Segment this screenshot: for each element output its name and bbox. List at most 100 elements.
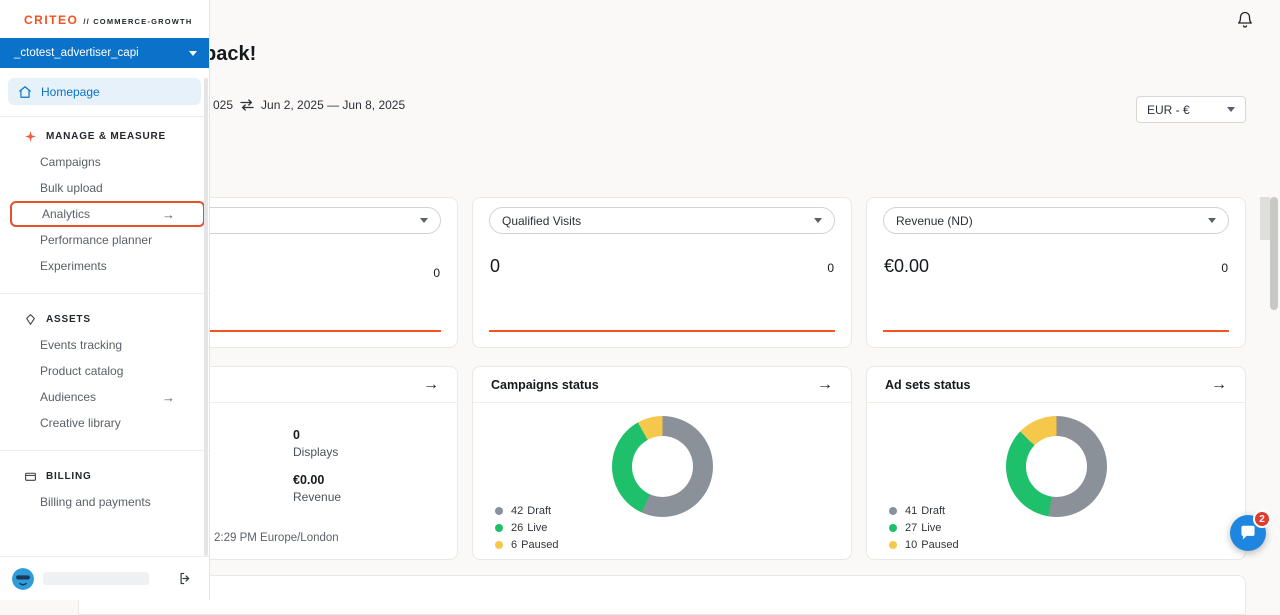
metric-card-revenue: Revenue (ND) €0.00 0 — [866, 197, 1246, 348]
live-stat-displays: 0 Displays — [293, 429, 341, 458]
legend-label: Live — [527, 522, 547, 534]
arrow-right-icon[interactable]: → — [1211, 377, 1227, 393]
legend-count: 26 — [511, 522, 523, 534]
legend-dot-live — [889, 524, 897, 532]
panel-title: Ad sets status — [885, 378, 970, 392]
legend-count: 27 — [905, 522, 917, 534]
arrow-right-icon: → — [162, 208, 175, 221]
chevron-down-icon — [1227, 107, 1235, 112]
sidebar-item-label: Billing and payments — [40, 495, 151, 509]
logout-icon[interactable] — [177, 571, 193, 587]
legend-item-draft: 42 Draft — [495, 505, 558, 517]
campaigns-donut-chart — [612, 416, 713, 517]
product-name: // COMMERCE-GROWTH — [83, 17, 192, 26]
legend-label: Live — [921, 522, 941, 534]
sidebar-item-audiences[interactable]: Audiences → — [0, 384, 209, 410]
currency-select[interactable]: EUR - € — [1136, 96, 1246, 123]
chevron-down-icon — [189, 51, 197, 56]
scrollbar-track[interactable] — [1260, 197, 1270, 240]
brand-logo: CRITEO // COMMERCE-GROWTH — [0, 0, 209, 27]
panel-header: Campaigns status → — [473, 367, 851, 403]
chevron-down-icon — [1208, 218, 1216, 223]
metric-values: 0 0 — [489, 256, 835, 277]
sidebar-item-product-catalog[interactable]: Product catalog — [0, 358, 209, 384]
sparkline — [489, 330, 835, 332]
legend-label: Draft — [527, 505, 551, 517]
section-label-text: BILLING — [46, 471, 92, 482]
metric-value: 0 — [490, 256, 500, 277]
metric-select-2[interactable]: Qualified Visits — [489, 207, 835, 234]
section-assets: ASSETS — [0, 306, 209, 332]
section-manage-measure: MANAGE & MEASURE — [0, 123, 209, 149]
divider — [0, 293, 209, 294]
section-billing: BILLING — [0, 463, 209, 489]
page-scrollbar-thumb[interactable] — [1270, 197, 1278, 310]
stat-value: €0.00 — [293, 474, 341, 487]
metric-secondary-value: 0 — [1221, 261, 1228, 275]
legend-count: 10 — [905, 539, 917, 551]
legend-count: 41 — [905, 505, 917, 517]
legend-dot-draft — [889, 507, 897, 515]
sidebar-item-label: Product catalog — [40, 364, 123, 378]
divider — [0, 450, 209, 451]
adsets-status-card: Ad sets status → 41 Draft 27 Live 10 Paused — [866, 366, 1246, 560]
legend-label: Paused — [921, 539, 958, 551]
user-name-redacted — [43, 572, 149, 585]
legend-label: Draft — [921, 505, 945, 517]
sidebar-scrollbar[interactable] — [204, 78, 208, 556]
legend-count: 6 — [511, 539, 517, 551]
advertiser-selector[interactable]: _ctotest_advertiser_capi — [0, 38, 209, 68]
legend-count: 42 — [511, 505, 523, 517]
sidebar-item-creative-library[interactable]: Creative library — [0, 410, 209, 436]
legend: 41 Draft 27 Live 10 Paused — [889, 505, 959, 551]
live-stat-revenue: €0.00 Revenue — [293, 474, 341, 503]
sidebar-item-label: Audiences — [40, 390, 96, 404]
legend-item-paused: 10 Paused — [889, 539, 959, 551]
stat-label: Revenue — [293, 491, 341, 503]
currency-value: EUR - € — [1147, 103, 1190, 117]
status-row: → 0 Displays €0.00 Revenue 2:29 PM Europ… — [78, 366, 1246, 560]
sidebar-item-homepage[interactable]: Homepage — [8, 78, 201, 105]
date-range-compare-fragment: 025 — [213, 98, 233, 112]
sidebar-item-performance-planner[interactable]: Performance planner — [0, 227, 209, 253]
sidebar-item-label: Homepage — [41, 85, 100, 99]
sidebar-item-label: Performance planner — [40, 233, 152, 247]
arrow-right-icon: → — [162, 391, 175, 404]
avatar-face-icon — [12, 568, 34, 590]
metric-select-2-label: Qualified Visits — [502, 214, 581, 228]
legend-label: Paused — [521, 539, 558, 551]
sidebar-item-bulk-upload[interactable]: Bulk upload — [0, 175, 209, 201]
sidebar: CRITEO // COMMERCE-GROWTH _ctotest_adver… — [0, 0, 210, 600]
panel-header: Ad sets status → — [867, 367, 1245, 403]
legend-item-paused: 6 Paused — [495, 539, 558, 551]
sparkle-icon — [24, 130, 37, 143]
section-label-text: MANAGE & MEASURE — [46, 131, 166, 142]
section-label-text: ASSETS — [46, 314, 91, 325]
metrics-row: 0 Qualified Visits 0 0 Revenue (ND) €0.0… — [78, 197, 1246, 348]
sidebar-item-label: Bulk upload — [40, 181, 103, 195]
chat-widget-button[interactable]: 2 — [1230, 515, 1266, 551]
date-range-selector[interactable]: 025 Jun 2, 2025 — Jun 8, 2025 — [213, 98, 405, 112]
next-row-card-clipped — [78, 575, 1246, 615]
sidebar-item-experiments[interactable]: Experiments — [0, 253, 209, 279]
arrow-right-icon[interactable]: → — [817, 377, 833, 393]
arrow-right-icon[interactable]: → — [423, 377, 439, 393]
legend-dot-draft — [495, 507, 503, 515]
metric-select-3[interactable]: Revenue (ND) — [883, 207, 1229, 234]
sidebar-item-analytics[interactable]: Analytics → — [10, 201, 205, 227]
sidebar-item-campaigns[interactable]: Campaigns — [0, 149, 209, 175]
user-avatar[interactable] — [12, 568, 34, 590]
metric-card-qualified-visits: Qualified Visits 0 0 — [472, 197, 852, 348]
live-stats: 0 Displays €0.00 Revenue — [293, 429, 341, 519]
sidebar-item-billing-and-payments[interactable]: Billing and payments — [0, 489, 209, 515]
chat-unread-badge: 2 — [1253, 510, 1271, 528]
adsets-donut-chart — [1006, 416, 1107, 517]
legend: 42 Draft 26 Live 6 Paused — [495, 505, 558, 551]
chevron-down-icon — [420, 218, 428, 223]
sidebar-item-events-tracking[interactable]: Events tracking — [0, 332, 209, 358]
assets-icon — [24, 313, 37, 326]
sparkline — [883, 330, 1229, 332]
notifications-bell-icon[interactable] — [1236, 10, 1254, 30]
metric-secondary-value: 0 — [433, 266, 440, 280]
chevron-down-icon — [814, 218, 822, 223]
